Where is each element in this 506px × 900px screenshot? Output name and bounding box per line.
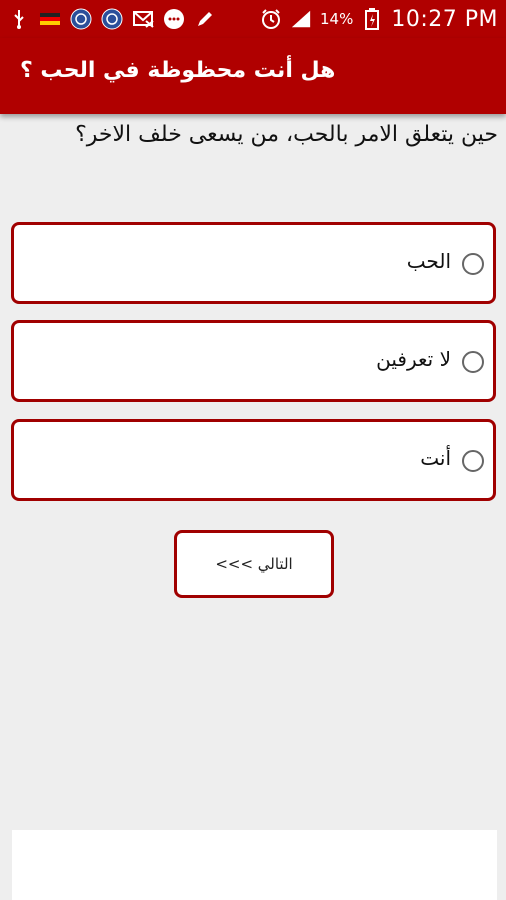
radio-button-icon[interactable] — [462, 351, 484, 373]
status-bar: 14% 10:27 PM — [0, 0, 506, 38]
status-right: 14% 10:27 PM — [260, 7, 498, 32]
page-title: هل أنت محظوظة في الحب ؟ — [20, 58, 336, 83]
alarm-icon — [260, 8, 282, 30]
answer-option-label: أنت — [420, 446, 451, 470]
app-icon-2 — [101, 8, 123, 30]
battery-percent: 14% — [320, 10, 354, 28]
chat-icon — [163, 8, 185, 30]
radio-button-icon[interactable] — [462, 450, 484, 472]
pen-icon — [194, 8, 216, 30]
bottom-ad-area — [12, 830, 497, 900]
answer-option-label: لا تعرفين — [376, 347, 451, 371]
mail-blocked-icon — [132, 8, 154, 30]
clock-time: 10:27 PM — [391, 6, 498, 32]
answer-option-1[interactable]: الحب — [11, 222, 496, 304]
signal-icon — [290, 8, 312, 30]
answer-option-3[interactable]: أنت — [11, 419, 496, 501]
answer-option-label: الحب — [406, 249, 451, 273]
battery-icon — [361, 8, 383, 30]
usb-icon — [8, 8, 30, 30]
radio-button-icon[interactable] — [462, 253, 484, 275]
app-bar: هل أنت محظوظة في الحب ؟ — [0, 38, 506, 114]
question-text: حين يتعلق الامر بالحب، من يسعى خلف الاخر… — [75, 122, 498, 147]
next-button[interactable]: التالي >>> — [174, 530, 334, 598]
app-icon-1 — [70, 8, 92, 30]
answer-option-2[interactable]: لا تعرفين — [11, 320, 496, 402]
status-left-icons — [8, 8, 216, 30]
flag-icon — [39, 8, 61, 30]
